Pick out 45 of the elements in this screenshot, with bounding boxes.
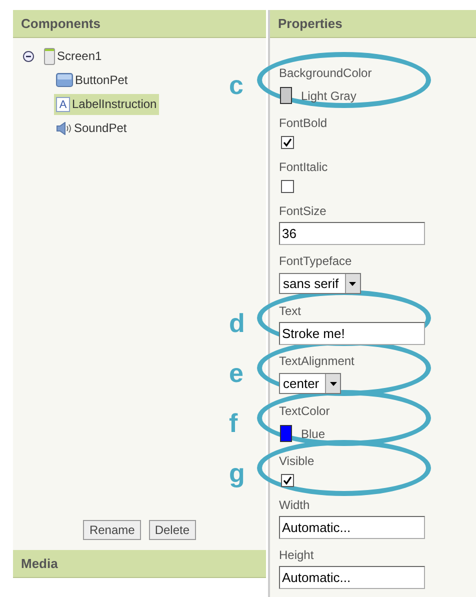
property-label: BackgroundColor: [279, 66, 373, 80]
color-swatch[interactable]: [280, 87, 292, 104]
annotation-letter: g: [229, 460, 245, 486]
annotation-letter: d: [229, 310, 245, 336]
action-button[interactable]: Delete: [148, 520, 196, 540]
checkbox[interactable]: [281, 180, 294, 193]
tree-item[interactable]: ButtonPet: [54, 70, 130, 90]
dropdown[interactable]: center: [279, 373, 342, 394]
action-button[interactable]: Rename: [83, 520, 141, 540]
input-field[interactable]: 36: [279, 222, 425, 245]
checkbox[interactable]: [281, 474, 294, 487]
dropdown[interactable]: sans serif: [279, 273, 361, 294]
annotation-letter: f: [229, 410, 238, 436]
caret-icon: [349, 282, 356, 286]
color-value[interactable]: Blue: [301, 426, 326, 440]
input-field[interactable]: Automatic...: [279, 516, 425, 539]
input-field[interactable]: Automatic...: [279, 566, 425, 589]
property-label: Visible: [279, 454, 316, 468]
tree-item[interactable]: A LabelInstruction: [54, 94, 159, 114]
label-icon: A: [56, 96, 70, 112]
collapse-icon[interactable]: [23, 50, 34, 62]
property-label: FontSize: [279, 204, 328, 218]
property-label: TextAlignment: [279, 354, 356, 368]
property-label: Height: [279, 548, 315, 562]
color-swatch[interactable]: [280, 425, 292, 442]
property-label: Width: [279, 498, 311, 512]
button-icon: [56, 73, 73, 87]
tree-item[interactable]: SoundPet: [54, 118, 129, 138]
panel-header: Components: [13, 10, 266, 38]
property-label: FontBold: [279, 116, 328, 130]
color-value[interactable]: Light Gray: [301, 88, 356, 102]
property-label: TextColor: [279, 404, 331, 418]
input-field[interactable]: Stroke me!: [279, 322, 425, 345]
annotation-letter: e: [229, 360, 244, 386]
property-label: FontItalic: [279, 160, 329, 174]
tree-item[interactable]: Screen1: [42, 44, 104, 68]
caret-icon: [330, 382, 337, 386]
panel-header: Media: [13, 550, 266, 578]
checkbox[interactable]: [281, 136, 294, 149]
speaker-icon: [56, 122, 72, 134]
panel-header: Properties: [270, 10, 476, 38]
annotation-letter: c: [229, 72, 244, 98]
phone-icon: [44, 48, 55, 64]
property-label: FontTypeface: [279, 254, 353, 268]
property-label: Text: [279, 304, 302, 318]
